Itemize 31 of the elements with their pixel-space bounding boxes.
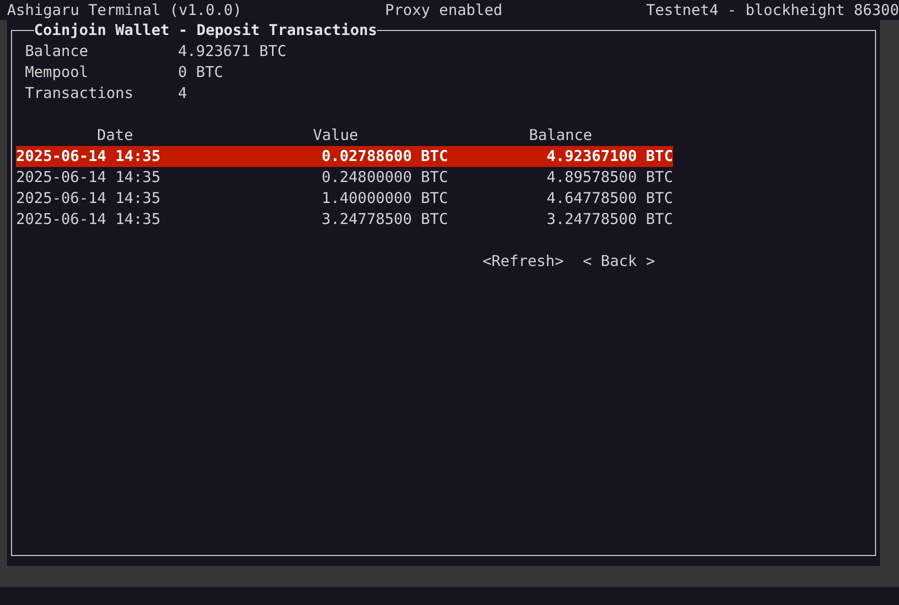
table-row[interactable]: 2025-06-14 14:35 0.24800000 BTC 4.89578500 BTC: [16, 167, 673, 188]
terminal-button[interactable]: <Refresh>: [482, 251, 564, 272]
table-cell-text: 0.02788600 BTC: [320, 146, 448, 167]
summary-value: 4.923671 BTC: [178, 41, 286, 62]
table-row[interactable]: 2025-06-14 14:35 3.24778500 BTC 3.24778500 BTC: [16, 209, 673, 230]
table-cell-text: 2025-06-14 14:35: [16, 188, 162, 209]
summary-label: Mempool: [25, 62, 90, 83]
table-row[interactable]: 2025-06-14 14:35 1.40000000 BTC 4.64778500 BTC: [16, 188, 673, 209]
table-cell-text: 4.64778500 BTC: [546, 188, 673, 209]
column-header: Value: [312, 125, 360, 146]
terminal-button[interactable]: < Back >: [582, 251, 655, 272]
table-cell-text: 2025-06-14 14:35: [16, 209, 162, 230]
panel-title: Coinjoin Wallet - Deposit Transactions: [34, 20, 378, 41]
table-cell-text: 3.24778500 BTC: [320, 209, 448, 230]
table-cell-text: 1.40000000 BTC: [320, 188, 448, 209]
summary-value: 4: [178, 83, 188, 104]
summary-label: Balance: [25, 41, 90, 62]
network-status: Testnet4 - blockheight 86300: [646, 0, 899, 20]
table-cell-text: 0.24800000 BTC: [320, 167, 448, 188]
column-header: Date: [96, 125, 134, 146]
table-cell-text: 2025-06-14 14:35: [16, 167, 162, 188]
table-cell-text: 3.24778500 BTC: [546, 209, 673, 230]
table-row[interactable]: 2025-06-14 14:35 0.02788600 BTC 4.92367100 BTC: [16, 146, 673, 167]
summary-label: Transactions: [25, 83, 134, 104]
app-title: Ashigaru Terminal (v1.0.0): [7, 0, 243, 20]
proxy-status: Proxy enabled: [385, 0, 504, 20]
summary-value: 0 BTC: [178, 62, 224, 83]
table-cell-text: 2025-06-14 14:35: [16, 146, 162, 167]
table-cell-text: 4.89578500 BTC: [546, 167, 673, 188]
column-header: Balance: [528, 125, 594, 146]
table-cell-text: 4.92367100 BTC: [546, 146, 673, 167]
